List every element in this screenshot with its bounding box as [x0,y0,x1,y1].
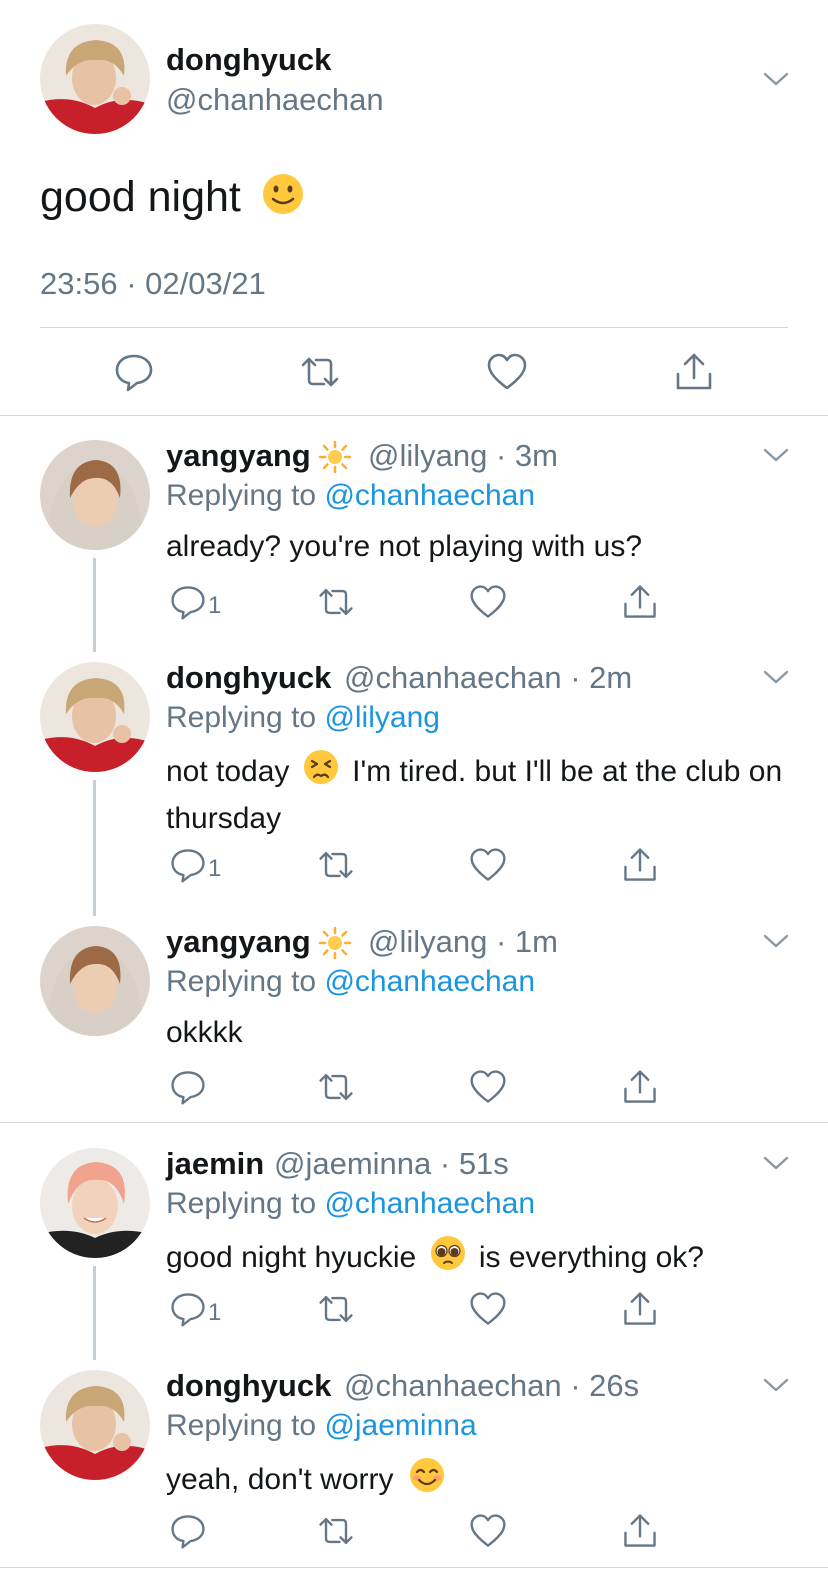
thread-line [93,558,96,652]
thread-line [93,780,96,916]
like-icon[interactable] [468,1511,508,1551]
share-icon[interactable] [620,582,660,622]
like-icon[interactable] [468,1289,508,1329]
reply-text-before: good night hyuckie [166,1240,417,1274]
slightly-smiling-face-icon [261,172,305,227]
divider [0,415,828,416]
chevron-down-icon[interactable] [762,932,790,950]
chevron-down-icon[interactable] [762,1376,790,1394]
reply-text: good night hyuckie is everything ok? [166,1234,786,1284]
replying-to-label: Replying to [166,965,317,998]
replying-to: Replying to @lilyang [166,701,440,735]
reply-icon[interactable] [168,582,208,622]
reply-icon[interactable] [168,1289,208,1329]
avatar-donghyuck[interactable] [40,662,150,772]
like-icon[interactable] [468,1067,508,1107]
replying-to: Replying to @chanhaechan [166,1187,535,1221]
reply-author-name[interactable]: donghyuck [166,660,331,696]
retweet-icon[interactable] [316,1289,356,1329]
reply-handle-time[interactable]: @chanhaechan · 2m [344,660,632,696]
reply-text: already? you're not playing with us? [166,530,643,563]
reply-text: yeah, don't worry [166,1456,786,1506]
chevron-down-icon[interactable] [762,1154,790,1172]
reply-author-name[interactable]: yangyang [166,438,311,474]
chevron-down-icon[interactable] [762,70,790,88]
divider [0,1122,828,1123]
smiling-face-with-smiling-eyes-icon [408,1456,446,1506]
reply-handle-time[interactable]: @lilyang · 1m [368,924,558,960]
like-icon[interactable] [468,845,508,885]
reply-handle-time[interactable]: @jaeminna · 51s [274,1146,509,1182]
share-icon[interactable] [620,1511,660,1551]
share-icon[interactable] [620,845,660,885]
reply-icon[interactable] [168,1067,208,1107]
retweet-icon[interactable] [316,1511,356,1551]
divider [40,327,788,328]
main-tweet-text: good night [40,172,305,227]
reply-count: 1 [208,592,222,619]
replying-to-mention[interactable]: @chanhaechan [324,965,535,998]
replying-to-mention[interactable]: @lilyang [324,701,440,734]
main-tweet-timestamp[interactable]: 23:56 · 02/03/21 [40,266,266,302]
main-tweet-text-content: good night [40,172,241,221]
reply-text-after: is everything ok? [478,1240,704,1274]
replying-to-mention[interactable]: @jaeminna [324,1409,476,1442]
share-icon[interactable] [620,1067,660,1107]
reply-author-name[interactable]: yangyang [166,924,311,960]
reply-count: 1 [208,1299,222,1326]
reply-handle-time[interactable]: @lilyang · 3m [368,438,558,474]
reply-text-before: not today [166,754,290,788]
replying-to-mention[interactable]: @chanhaechan [324,479,535,512]
replying-to-label: Replying to [166,1409,317,1442]
pleading-face-icon [429,1234,467,1284]
reply-text-before: yeah, don't worry [166,1462,394,1496]
main-author-name[interactable]: donghyuck [166,42,331,78]
retweet-icon[interactable] [316,1067,356,1107]
avatar-donghyuck[interactable] [40,24,150,134]
replying-to-label: Replying to [166,1187,317,1220]
share-icon[interactable] [672,350,716,394]
replying-to-mention[interactable]: @chanhaechan [324,1187,535,1220]
sun-icon [318,926,352,965]
divider [0,1567,828,1568]
reply-count: 1 [208,855,222,882]
avatar-jaemin[interactable] [40,1148,150,1258]
main-author-handle[interactable]: @chanhaechan [166,82,384,118]
avatar-donghyuck[interactable] [40,1370,150,1480]
replying-to: Replying to @jaeminna [166,1409,477,1443]
retweet-icon[interactable] [316,582,356,622]
replying-to-label: Replying to [166,479,317,512]
replying-to: Replying to @chanhaechan [166,965,535,999]
share-icon[interactable] [620,1289,660,1329]
replying-to-label: Replying to [166,701,317,734]
reply-icon[interactable] [168,845,208,885]
replying-to: Replying to @chanhaechan [166,479,535,513]
reply-icon[interactable] [168,1511,208,1551]
reply-icon[interactable] [112,350,156,394]
reply-text: okkkk [166,1016,243,1049]
reply-text: not today I'm tired. but I'll be at the … [166,748,786,840]
chevron-down-icon[interactable] [762,446,790,464]
persevering-face-icon [302,748,340,798]
sun-icon [318,440,352,479]
reply-author-name[interactable]: jaemin [166,1146,264,1182]
like-icon[interactable] [485,350,529,394]
avatar-yangyang[interactable] [40,926,150,1036]
reply-author-name[interactable]: donghyuck [166,1368,331,1404]
retweet-icon[interactable] [298,350,342,394]
chevron-down-icon[interactable] [762,668,790,686]
reply-handle-time[interactable]: @chanhaechan · 26s [344,1368,639,1404]
retweet-icon[interactable] [316,845,356,885]
thread-line [93,1266,96,1360]
like-icon[interactable] [468,582,508,622]
avatar-yangyang[interactable] [40,440,150,550]
